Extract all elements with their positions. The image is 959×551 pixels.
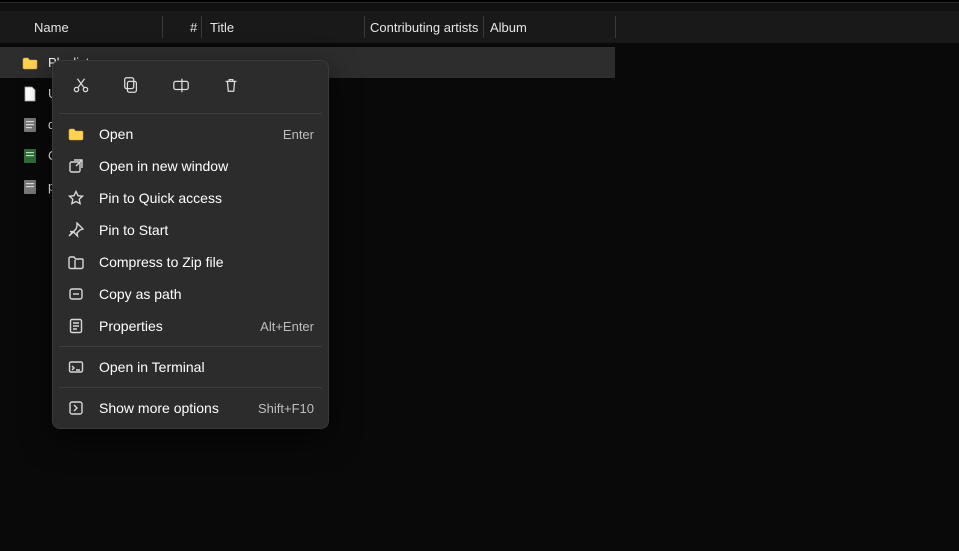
menu-shortcut: Alt+Enter bbox=[260, 319, 314, 334]
menu-copy-as-path[interactable]: Copy as path bbox=[53, 278, 328, 310]
context-menu-iconrow bbox=[53, 67, 328, 109]
context-menu: Open Enter Open in new window Pin to Qui… bbox=[52, 60, 329, 429]
menu-open-new-window[interactable]: Open in new window bbox=[53, 150, 328, 182]
path-icon bbox=[67, 286, 85, 302]
file-icon bbox=[22, 117, 38, 133]
column-album[interactable]: Album bbox=[470, 20, 527, 35]
menu-properties[interactable]: Properties Alt+Enter bbox=[53, 310, 328, 342]
menu-show-more-options[interactable]: Show more options Shift+F10 bbox=[53, 392, 328, 424]
menu-label: Open in Terminal bbox=[99, 359, 314, 375]
copy-icon[interactable] bbox=[117, 71, 145, 99]
menu-pin-quick-access[interactable]: Pin to Quick access bbox=[53, 182, 328, 214]
menu-label: Open bbox=[99, 126, 269, 142]
column-contrib[interactable]: Contributing artists bbox=[350, 20, 478, 35]
folder-icon bbox=[22, 55, 38, 71]
star-icon bbox=[67, 190, 85, 206]
menu-pin-start[interactable]: Pin to Start bbox=[53, 214, 328, 246]
zip-icon bbox=[67, 254, 85, 270]
menu-label: Show more options bbox=[99, 400, 244, 416]
terminal-icon bbox=[67, 359, 85, 375]
menu-label: Open in new window bbox=[99, 158, 314, 174]
menu-open[interactable]: Open Enter bbox=[53, 118, 328, 150]
new-window-icon bbox=[67, 158, 85, 174]
file-icon bbox=[22, 148, 38, 164]
pin-icon bbox=[67, 222, 85, 238]
menu-label: Pin to Start bbox=[99, 222, 314, 238]
column-title[interactable]: Title bbox=[190, 20, 234, 35]
menu-label: Copy as path bbox=[99, 286, 314, 302]
menu-shortcut: Enter bbox=[283, 127, 314, 142]
properties-icon bbox=[67, 318, 85, 334]
file-icon bbox=[22, 86, 38, 102]
more-options-icon bbox=[67, 400, 85, 416]
cut-icon[interactable] bbox=[67, 71, 95, 99]
file-icon bbox=[22, 179, 38, 195]
rename-icon[interactable] bbox=[167, 71, 195, 99]
menu-open-terminal[interactable]: Open in Terminal bbox=[53, 351, 328, 383]
delete-icon[interactable] bbox=[217, 71, 245, 99]
folder-icon bbox=[67, 126, 85, 142]
menu-compress-zip[interactable]: Compress to Zip file bbox=[53, 246, 328, 278]
menu-label: Pin to Quick access bbox=[99, 190, 314, 206]
menu-label: Properties bbox=[99, 318, 246, 334]
menu-label: Compress to Zip file bbox=[99, 254, 314, 270]
column-header-row: Name # Title Contributing artists Album bbox=[0, 11, 959, 43]
column-name[interactable]: Name bbox=[14, 20, 69, 35]
menu-shortcut: Shift+F10 bbox=[258, 401, 314, 416]
